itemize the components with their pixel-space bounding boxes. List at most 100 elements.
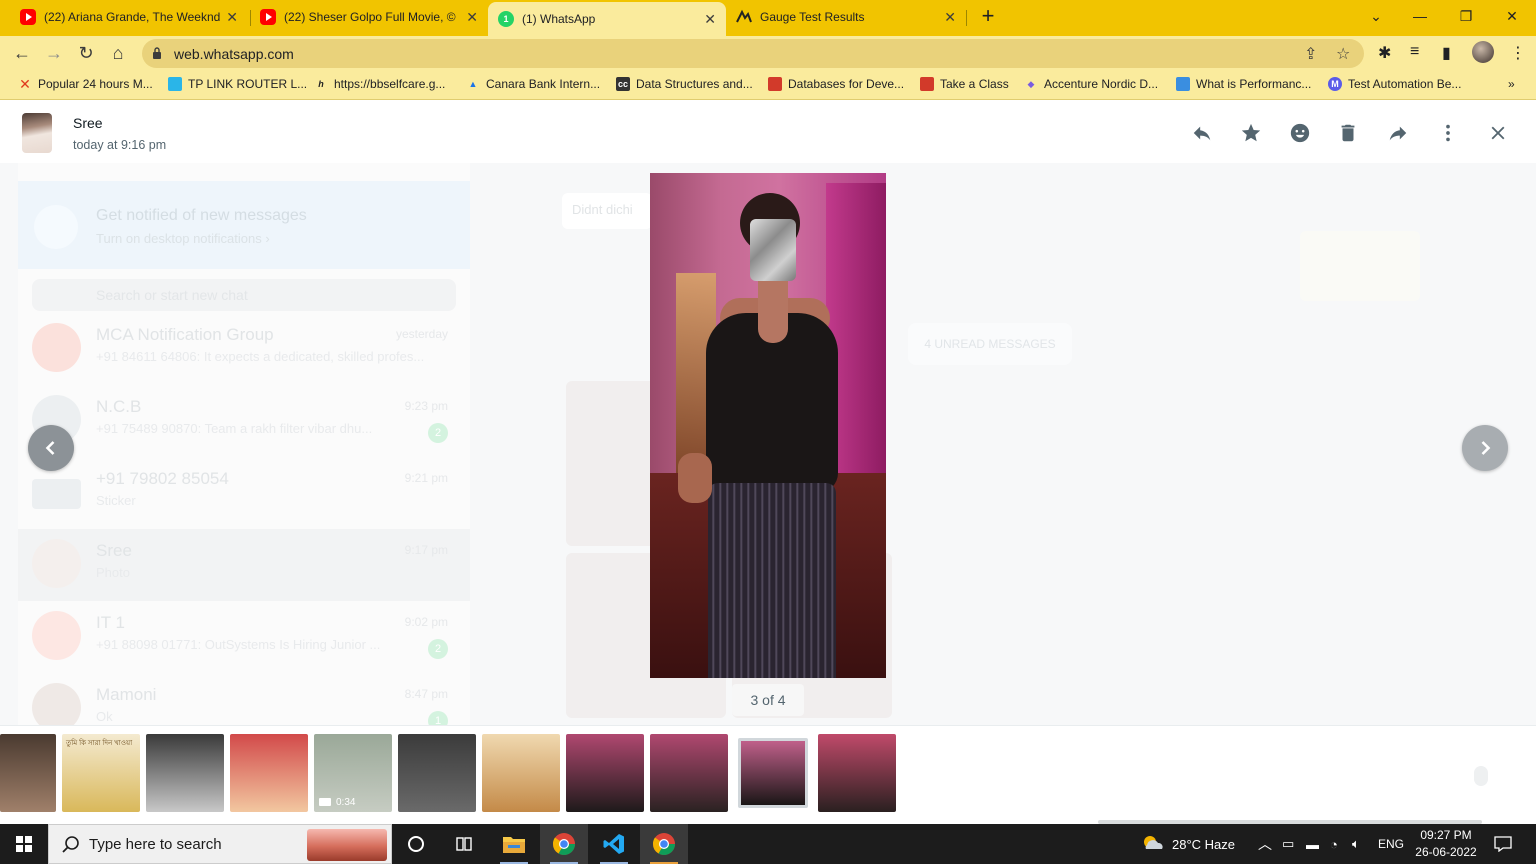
chrome-taskbar-icon[interactable] — [540, 824, 588, 864]
bookmarks-overflow-button[interactable]: » — [1508, 77, 1515, 91]
thumbnail[interactable] — [566, 734, 644, 812]
chrome-menu-icon[interactable]: ⋮ — [1510, 43, 1526, 63]
forward-icon[interactable] — [1386, 121, 1410, 145]
video-duration: 0:34 — [336, 797, 356, 808]
restore-button[interactable]: ❐ — [1446, 4, 1486, 28]
lock-icon[interactable] — [152, 47, 162, 59]
bookmark-item[interactable]: TP LINK ROUTER L... — [168, 77, 307, 91]
bookmark-item[interactable]: cc Data Structures and... — [616, 77, 753, 91]
url-text: web.whatsapp.com — [174, 46, 294, 62]
chat-time: 8:47 pm — [404, 687, 448, 701]
emoji-icon[interactable] — [1288, 121, 1312, 145]
thumbnail[interactable] — [0, 734, 56, 812]
thumbnail[interactable] — [650, 734, 728, 812]
taskbar-search-box[interactable]: Type here to search — [48, 824, 392, 864]
close-tab-icon[interactable]: ✕ — [704, 11, 716, 28]
tray-overflow-icon[interactable]: ︿ — [1258, 824, 1272, 864]
chat-item-selected[interactable]: Sree Photo 9:17 pm — [18, 529, 470, 601]
volume-icon[interactable]: 🔈︎ — [1352, 824, 1360, 864]
thumbnail[interactable] — [230, 734, 308, 812]
chrome-second-window-icon[interactable] — [640, 824, 688, 864]
notification-banner[interactable]: Get notified of new messages Turn on des… — [18, 181, 470, 269]
chat-search-input[interactable]: Search or start new chat — [32, 279, 456, 311]
close-icon[interactable] — [1486, 121, 1510, 145]
bookmark-item[interactable]: ◆ Accenture Nordic D... — [1024, 77, 1159, 91]
wifi-icon[interactable]: ◔ — [1330, 824, 1338, 864]
windows-start-icon[interactable] — [16, 836, 32, 852]
chat-item[interactable]: IT 1 +91 88098 01771: OutSystems Is Hiri… — [18, 601, 470, 673]
avatar[interactable] — [22, 113, 52, 153]
tab-gauge-test-results[interactable]: Gauge Test Results ✕ — [726, 0, 966, 34]
chat-item[interactable]: N.C.B +91 75489 90870: Team a rakh filte… — [18, 385, 470, 457]
share-icon[interactable]: ⇪ — [1304, 44, 1317, 64]
thumbnail[interactable]: তুমি কি সারা দিন খাওয়া — [62, 734, 140, 812]
reply-icon[interactable] — [1190, 121, 1214, 145]
reload-button[interactable]: ↻ — [74, 41, 98, 65]
close-tab-icon[interactable]: ✕ — [226, 9, 238, 26]
bookmark-item[interactable]: ✕ Popular 24 hours M... — [18, 77, 153, 91]
new-tab-button[interactable]: + — [976, 4, 1000, 30]
media-counter: 3 of 4 — [732, 684, 804, 716]
vscode-icon[interactable] — [590, 824, 638, 864]
bookmark-item[interactable]: Databases for Deve... — [768, 77, 904, 91]
bookmark-star-icon[interactable]: ☆ — [1336, 44, 1350, 64]
thumbnail[interactable] — [398, 734, 476, 812]
tab-search-icon[interactable]: ⌄ — [1356, 4, 1396, 28]
file-explorer-icon[interactable] — [490, 824, 538, 864]
cortana-icon[interactable] — [392, 824, 440, 864]
avatar — [32, 323, 81, 372]
media-image[interactable] — [650, 173, 886, 678]
chat-name: N.C.B — [96, 397, 142, 416]
thumbnail[interactable] — [146, 734, 224, 812]
system-clock[interactable]: 09:27 PM 26-06-2022 — [1408, 827, 1484, 861]
gauge-icon — [736, 9, 752, 25]
extensions-icon[interactable]: ✱ — [1378, 43, 1391, 63]
profile-avatar[interactable] — [1472, 41, 1494, 63]
chat-item[interactable]: +91 79802 85054 Sticker 9:21 pm — [18, 457, 470, 529]
notify-subtitle[interactable]: Turn on desktop notifications › — [96, 231, 270, 246]
search-icon — [62, 836, 79, 853]
meet-now-icon[interactable]: ▭ — [1282, 824, 1294, 864]
thumbnail-video[interactable]: 0:34 — [314, 734, 392, 812]
bookmark-item[interactable]: h https://bbselfcare.g... — [314, 77, 445, 91]
notifications-icon[interactable] — [1494, 824, 1512, 864]
media-control-icon[interactable]: ≡ — [1410, 43, 1419, 61]
close-tab-icon[interactable]: ✕ — [944, 9, 956, 26]
thumbnail-selected[interactable] — [738, 738, 808, 808]
delete-icon[interactable] — [1336, 121, 1360, 145]
menu-icon[interactable] — [1436, 121, 1460, 145]
bookmark-item[interactable]: ▲ Canara Bank Intern... — [466, 77, 601, 91]
task-view-icon[interactable] — [440, 824, 488, 864]
tab-whatsapp[interactable]: 1 (1) WhatsApp ✕ — [488, 2, 726, 36]
language-indicator[interactable]: ENG — [1378, 824, 1404, 864]
accenture-icon: ◆ — [1027, 79, 1035, 89]
thumbnail[interactable] — [482, 734, 560, 812]
tab-label: (22) Ariana Grande, The Weeknd — [44, 10, 221, 24]
message-bubble: Didnt dichi — [562, 193, 652, 229]
medium-icon: M — [1328, 77, 1342, 91]
forward-button[interactable]: → — [42, 41, 66, 65]
chat-name: Mamoni — [96, 685, 157, 704]
address-bar[interactable]: web.whatsapp.com ⇪ ☆ — [142, 39, 1364, 68]
tab-ariana-grande[interactable]: (22) Ariana Grande, The Weeknd ✕ — [10, 0, 248, 34]
previous-media-button[interactable] — [28, 425, 74, 471]
home-button[interactable]: ⌂ — [106, 41, 130, 65]
bookmark-item[interactable]: What is Performanc... — [1176, 77, 1311, 91]
back-button[interactable]: ← — [10, 41, 34, 65]
thumbnail[interactable] — [818, 734, 896, 812]
star-icon[interactable] — [1239, 121, 1263, 145]
weather-widget[interactable]: 28°C Haze — [1140, 824, 1235, 864]
bookmark-item[interactable]: Take a Class — [920, 77, 1009, 91]
chat-item[interactable]: MCA Notification Group +91 84611 64806: … — [18, 313, 470, 385]
side-panel-icon[interactable]: ▮ — [1442, 43, 1451, 63]
battery-icon[interactable]: ▬ — [1306, 824, 1319, 864]
article-icon — [1176, 77, 1190, 91]
bookmark-item[interactable]: M Test Automation Be... — [1328, 77, 1461, 91]
close-window-button[interactable]: ✕ — [1492, 4, 1532, 28]
minimize-button[interactable]: — — [1400, 4, 1440, 28]
tab-sheser-golpo[interactable]: (22) Sheser Golpo Full Movie, © ✕ — [250, 0, 488, 34]
sender-name[interactable]: Sree — [73, 115, 103, 131]
close-tab-icon[interactable]: ✕ — [466, 9, 478, 26]
next-media-button[interactable] — [1462, 425, 1508, 471]
sticker-message — [1300, 231, 1420, 301]
